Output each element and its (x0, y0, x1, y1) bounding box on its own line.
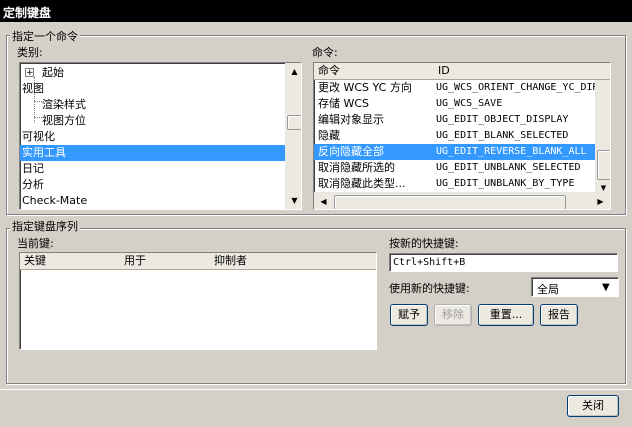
category-item-check-mate[interactable]: Check-Mate (20, 193, 285, 209)
new-shortcut-label: 按新的快捷键: (389, 237, 459, 250)
command-row[interactable]: 存储 WCS UG_WCS_SAVE (314, 96, 597, 112)
use-new-shortcut-label: 使用新的快捷键: (389, 282, 470, 295)
column-header-id[interactable]: ID (434, 63, 610, 80)
category-scroll-thumb[interactable] (287, 115, 301, 130)
command-group-legend: 指定一个命令 (10, 28, 80, 44)
category-item-analysis[interactable]: 分析 (20, 177, 285, 193)
report-button[interactable]: 报告 (540, 304, 578, 326)
scope-dropdown[interactable]: 全局 ▼ (531, 277, 619, 297)
new-shortcut-input[interactable] (389, 253, 618, 272)
scroll-right-icon[interactable]: ▶ (593, 194, 608, 209)
command-row[interactable]: 取消隐藏此类型... UG_EDIT_UNBLANK_BY_TYPE (314, 176, 597, 192)
category-list[interactable]: + 起始 视图 渲染样式 视图方位 可视化 实用工具 日记 分析 Check-M… (19, 62, 302, 210)
category-item-view-orientation[interactable]: 视图方位 (20, 113, 301, 129)
command-row[interactable]: 隐藏 UG_EDIT_BLANK_SELECTED (314, 128, 597, 144)
current-keys-label: 当前键: (17, 237, 54, 250)
title-bar[interactable]: 定制键盘 (0, 0, 632, 22)
category-item-view[interactable]: 视图 (20, 81, 285, 97)
column-header-suppressed-by[interactable]: 抑制者 (210, 253, 305, 270)
scope-dropdown-value: 全局 (537, 283, 559, 296)
scroll-left-icon[interactable]: ◀ (316, 194, 331, 209)
key-sequence-group-legend: 指定键盘序列 (10, 218, 80, 234)
category-item-utilities[interactable]: 实用工具 (20, 145, 285, 161)
column-header-filler (300, 253, 376, 270)
reset-button[interactable]: 重置... (478, 304, 534, 326)
command-vscroll-thumb[interactable] (597, 150, 610, 180)
category-item-render-style[interactable]: 渲染样式 (20, 97, 301, 113)
dropdown-arrow-icon[interactable]: ▼ (602, 282, 610, 293)
scroll-down-icon[interactable]: ▼ (596, 184, 610, 192)
scroll-down-icon[interactable]: ▼ (287, 193, 301, 208)
command-hscroll-thumb[interactable] (334, 195, 566, 209)
scroll-up-icon[interactable]: ▲ (287, 64, 301, 79)
close-button[interactable]: 关闭 (567, 395, 619, 417)
command-row[interactable]: 取消隐藏所选的 UG_EDIT_UNBLANK_SELECTED (314, 160, 597, 176)
command-label: 命令: (312, 46, 338, 59)
assign-button[interactable]: 赋予 (390, 304, 428, 326)
current-keys-list[interactable]: 关键 用于 抑制者 (19, 252, 377, 350)
command-list[interactable]: 命令 ID 更改 WCS YC 方向 UG_WCS_ORIENT_CHANGE_… (313, 62, 611, 210)
column-header-command[interactable]: 命令 (314, 63, 439, 80)
footer-separator (0, 389, 632, 390)
command-row[interactable]: 编辑对象显示 UG_EDIT_OBJECT_DISPLAY (314, 112, 597, 128)
category-item-visualization[interactable]: 可视化 (20, 129, 285, 145)
remove-button[interactable]: 移除 (434, 304, 472, 326)
column-header-key[interactable]: 关键 (20, 253, 125, 270)
command-horizontal-scrollbar[interactable]: ◀ ▶ (314, 192, 610, 209)
category-scrollbar[interactable]: ▲ ▼ (285, 63, 301, 209)
category-label: 类别: (17, 46, 43, 59)
command-row-selected[interactable]: 反向隐藏全部 UG_EDIT_REVERSE_BLANK_ALL (314, 144, 597, 160)
category-item-journal[interactable]: 日记 (20, 161, 285, 177)
category-item-start[interactable]: + 起始 (20, 65, 288, 81)
window-title: 定制键盘 (3, 6, 52, 20)
column-header-used-for[interactable]: 用于 (120, 253, 215, 270)
command-row[interactable]: 更改 WCS YC 方向 UG_WCS_ORIENT_CHANGE_YC_DIR (314, 80, 599, 96)
command-vertical-scrollbar[interactable]: ▼ (595, 80, 610, 192)
expand-plus-icon[interactable]: + (25, 68, 34, 78)
